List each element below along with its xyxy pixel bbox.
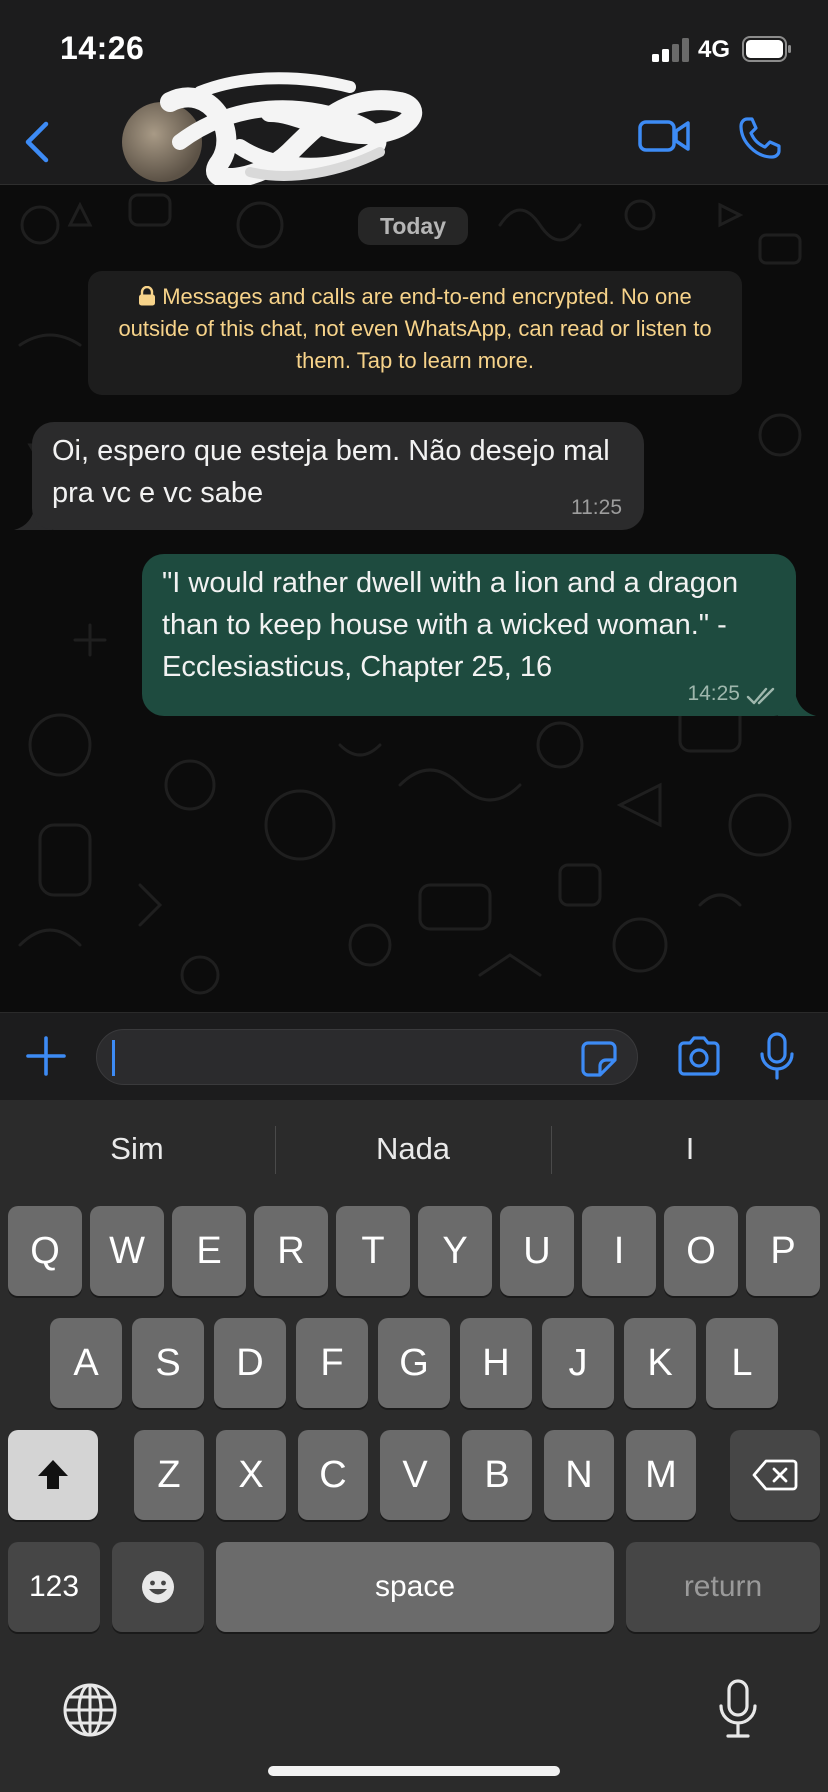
key-x[interactable]: X <box>216 1430 286 1520</box>
key-m[interactable]: M <box>626 1430 696 1520</box>
key-t[interactable]: T <box>336 1206 410 1296</box>
key-h[interactable]: H <box>460 1318 532 1408</box>
shift-key[interactable] <box>8 1430 98 1520</box>
chevron-left-icon[interactable] <box>22 120 52 164</box>
key-v[interactable]: V <box>380 1430 450 1520</box>
key-c[interactable]: C <box>298 1430 368 1520</box>
video-call-icon[interactable] <box>638 118 690 154</box>
key-o[interactable]: O <box>664 1206 738 1296</box>
key-n[interactable]: N <box>544 1430 614 1520</box>
emoji-icon <box>142 1571 174 1603</box>
key-f[interactable]: F <box>296 1318 368 1408</box>
status-time: 14:26 <box>60 30 145 66</box>
message-input[interactable] <box>96 1029 638 1085</box>
text-caret <box>112 1040 115 1076</box>
key-e[interactable]: E <box>172 1206 246 1296</box>
encryption-notice[interactable]: Messages and calls are end-to-end encryp… <box>88 271 742 395</box>
backspace-icon <box>752 1459 798 1491</box>
shift-arrow-icon <box>38 1460 68 1489</box>
outgoing-message[interactable]: "I would rather dwell with a lion and a … <box>142 554 796 716</box>
lock-icon <box>139 286 156 306</box>
key-a[interactable]: A <box>50 1318 122 1408</box>
key-g[interactable]: G <box>378 1318 450 1408</box>
key-d[interactable]: D <box>214 1318 286 1408</box>
dictation-mic-icon[interactable] <box>716 1678 760 1740</box>
sticker-icon[interactable] <box>580 1040 618 1078</box>
key-z[interactable]: Z <box>134 1430 204 1520</box>
key-q[interactable]: Q <box>8 1206 82 1296</box>
microphone-icon[interactable] <box>758 1032 796 1080</box>
delete-key[interactable] <box>730 1430 820 1520</box>
key-p[interactable]: P <box>746 1206 820 1296</box>
signal-icon <box>652 38 689 62</box>
suggestion-2[interactable]: Nada <box>276 1126 550 1172</box>
key-s[interactable]: S <box>132 1318 204 1408</box>
suggestion-3[interactable]: I <box>552 1126 828 1172</box>
globe-icon[interactable] <box>62 1682 118 1738</box>
date-separator: Today <box>358 207 468 245</box>
key-r[interactable]: R <box>254 1206 328 1296</box>
key-y[interactable]: Y <box>418 1206 492 1296</box>
key-i[interactable]: I <box>582 1206 656 1296</box>
emoji-key[interactable] <box>112 1542 204 1632</box>
message-text: "I would rather dwell with a lion and a … <box>162 567 739 683</box>
numbers-key[interactable]: 123 <box>8 1542 100 1632</box>
suggestion-1[interactable]: Sim <box>0 1126 274 1172</box>
message-time: 14:25 <box>687 682 740 705</box>
read-receipt-icon <box>746 687 775 705</box>
key-u[interactable]: U <box>500 1206 574 1296</box>
chat-area[interactable]: Today Messages and calls are end-to-end … <box>0 185 828 1012</box>
message-time: 11:25 <box>571 496 622 519</box>
key-l[interactable]: L <box>706 1318 778 1408</box>
key-w[interactable]: W <box>90 1206 164 1296</box>
key-j[interactable]: J <box>542 1318 614 1408</box>
message-text: Oi, espero que esteja bem. Não desejo ma… <box>52 435 610 509</box>
incoming-message[interactable]: Oi, espero que esteja bem. Não desejo ma… <box>32 422 644 530</box>
camera-icon[interactable] <box>676 1036 722 1076</box>
encryption-notice-text: Messages and calls are end-to-end encryp… <box>118 284 712 373</box>
key-b[interactable]: B <box>462 1430 532 1520</box>
plus-icon[interactable] <box>26 1036 66 1076</box>
redaction-scribble <box>160 72 423 188</box>
key-k[interactable]: K <box>624 1318 696 1408</box>
network-label: 4G <box>698 36 731 63</box>
space-key[interactable]: space <box>216 1542 614 1632</box>
phone-icon[interactable] <box>738 116 782 160</box>
home-indicator[interactable] <box>268 1766 560 1776</box>
battery-icon <box>742 36 791 62</box>
return-key[interactable]: return <box>626 1542 820 1632</box>
